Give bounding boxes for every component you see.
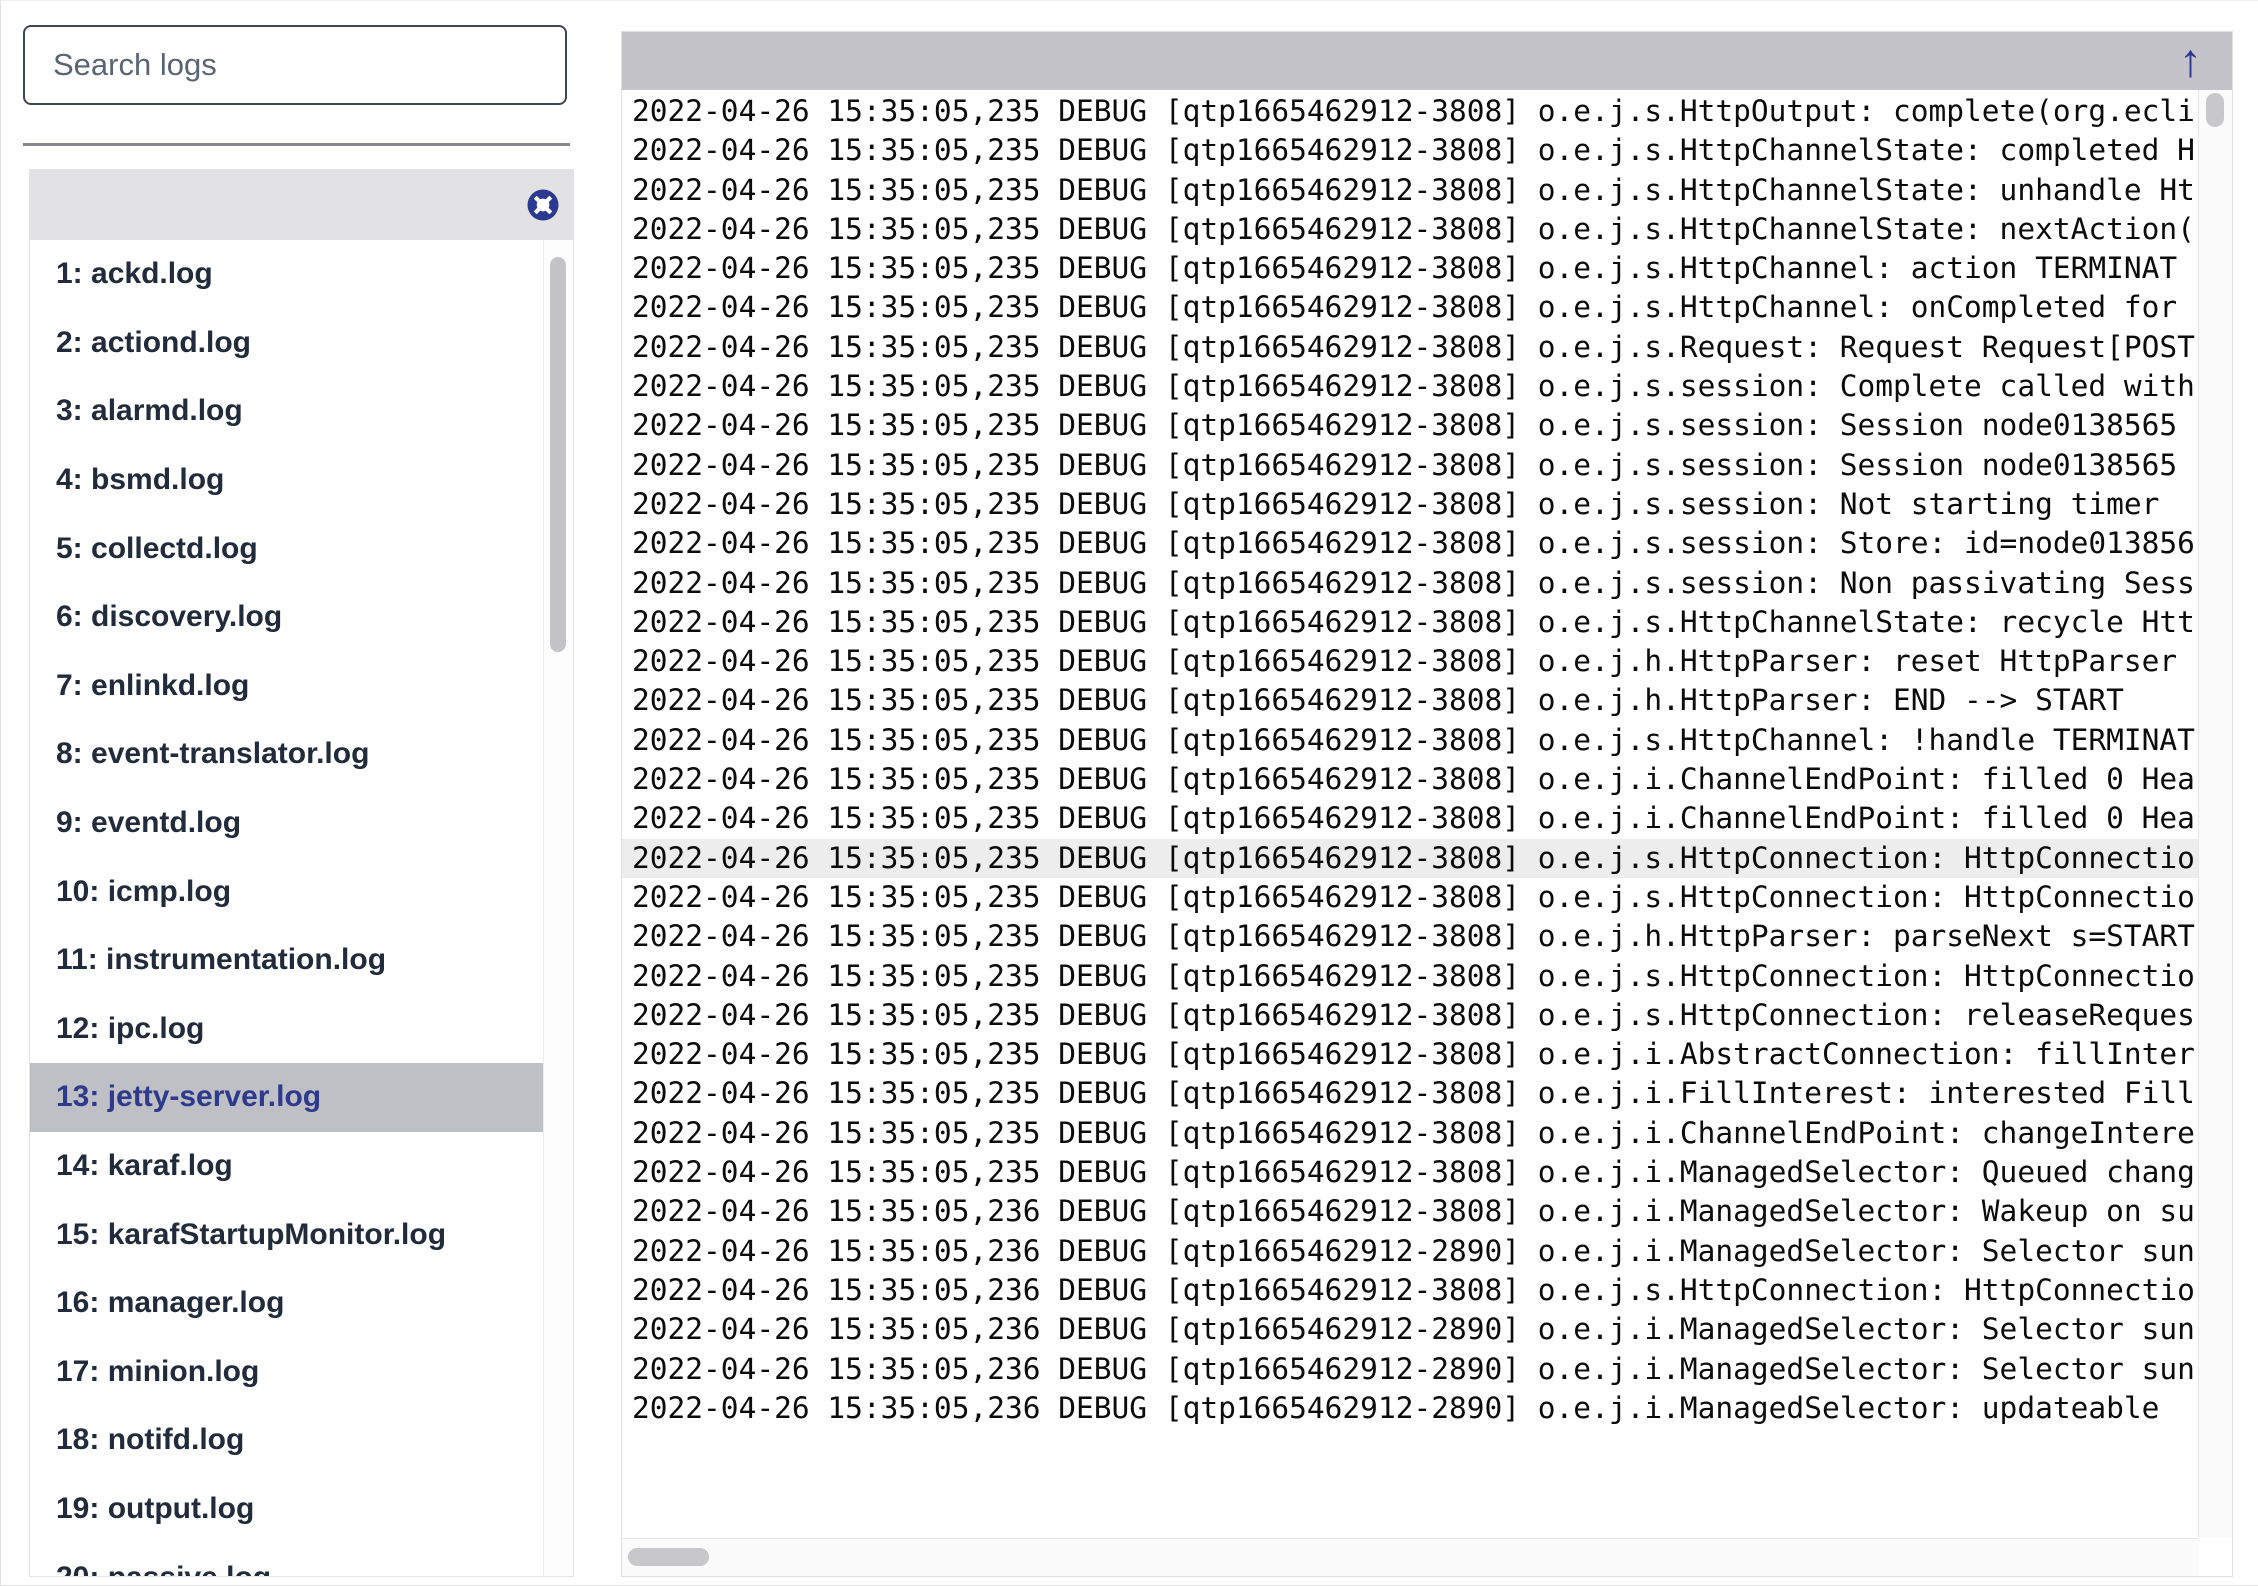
log-file-item[interactable]: 18: notifd.log — [30, 1406, 543, 1475]
log-line[interactable]: 2022-04-26 15:35:05,235 DEBUG [qtp166546… — [622, 799, 2198, 838]
scroll-to-top-icon[interactable]: ↑ — [2179, 32, 2202, 90]
log-line[interactable]: 2022-04-26 15:35:05,235 DEBUG [qtp166546… — [622, 603, 2198, 642]
log-line[interactable]: 2022-04-26 15:35:05,236 DEBUG [qtp166546… — [622, 1389, 2198, 1428]
log-line[interactable]: 2022-04-26 15:35:05,235 DEBUG [qtp166546… — [622, 681, 2198, 720]
log-line[interactable]: 2022-04-26 15:35:05,235 DEBUG [qtp166546… — [622, 406, 2198, 445]
log-line[interactable]: 2022-04-26 15:35:05,235 DEBUG [qtp166546… — [622, 839, 2198, 878]
log-line[interactable]: 2022-04-26 15:35:05,235 DEBUG [qtp166546… — [622, 92, 2198, 131]
log-file-item[interactable]: 4: bsmd.log — [30, 446, 543, 515]
log-line[interactable]: 2022-04-26 15:35:05,235 DEBUG [qtp166546… — [622, 288, 2198, 327]
log-line[interactable]: 2022-04-26 15:35:05,235 DEBUG [qtp166546… — [622, 760, 2198, 799]
log-line[interactable]: 2022-04-26 15:35:05,235 DEBUG [qtp166546… — [622, 1153, 2198, 1192]
log-line[interactable]: 2022-04-26 15:35:05,235 DEBUG [qtp166546… — [622, 171, 2198, 210]
log-line[interactable]: 2022-04-26 15:35:05,235 DEBUG [qtp166546… — [622, 1114, 2198, 1153]
log-file-item[interactable]: 5: collectd.log — [30, 514, 543, 583]
log-vertical-scrollbar-thumb[interactable] — [2206, 93, 2224, 127]
log-file-item[interactable]: 12: ipc.log — [30, 995, 543, 1064]
log-file-item[interactable]: 20: passive.log — [30, 1543, 543, 1576]
log-file-list: 1: ackd.log2: actiond.log3: alarmd.log4:… — [30, 240, 543, 1576]
log-line[interactable]: 2022-04-26 15:35:05,235 DEBUG [qtp166546… — [622, 642, 2198, 681]
log-viewer-app: 1: ackd.log2: actiond.log3: alarmd.log4:… — [0, 0, 2258, 1586]
life-ring-icon[interactable] — [525, 187, 561, 223]
log-line[interactable]: 2022-04-26 15:35:05,236 DEBUG [qtp166546… — [622, 1232, 2198, 1271]
log-file-item[interactable]: 15: karafStartupMonitor.log — [30, 1200, 543, 1269]
log-file-item[interactable]: 3: alarmd.log — [30, 377, 543, 446]
log-file-item[interactable]: 6: discovery.log — [30, 583, 543, 652]
log-line[interactable]: 2022-04-26 15:35:05,236 DEBUG [qtp166546… — [622, 1271, 2198, 1310]
log-line[interactable]: 2022-04-26 15:35:05,235 DEBUG [qtp166546… — [622, 1074, 2198, 1113]
log-viewer-header: ↑ — [622, 32, 2232, 90]
log-file-panel-header — [30, 170, 573, 240]
log-file-item[interactable]: 11: instrumentation.log — [30, 926, 543, 995]
log-horizontal-scrollbar[interactable] — [622, 1538, 2198, 1576]
search-input[interactable] — [23, 25, 567, 105]
log-file-panel: 1: ackd.log2: actiond.log3: alarmd.log4:… — [29, 169, 574, 1577]
log-file-item[interactable]: 19: output.log — [30, 1475, 543, 1544]
sidebar-divider — [23, 143, 570, 146]
log-line[interactable]: 2022-04-26 15:35:05,235 DEBUG [qtp166546… — [622, 564, 2198, 603]
log-line[interactable]: 2022-04-26 15:35:05,236 DEBUG [qtp166546… — [622, 1310, 2198, 1349]
log-line[interactable]: 2022-04-26 15:35:05,235 DEBUG [qtp166546… — [622, 1035, 2198, 1074]
log-file-item[interactable]: 1: ackd.log — [30, 240, 543, 309]
log-line[interactable]: 2022-04-26 15:35:05,236 DEBUG [qtp166546… — [622, 1192, 2198, 1231]
sidebar-scrollbar-thumb[interactable] — [550, 257, 566, 652]
log-horizontal-scrollbar-thumb[interactable] — [628, 1548, 709, 1566]
log-file-item[interactable]: 16: manager.log — [30, 1269, 543, 1338]
log-file-item[interactable]: 9: eventd.log — [30, 789, 543, 858]
log-line[interactable]: 2022-04-26 15:35:05,235 DEBUG [qtp166546… — [622, 328, 2198, 367]
log-content: 2022-04-26 15:35:05,235 DEBUG [qtp166546… — [622, 90, 2198, 1538]
sidebar-scrollbar[interactable] — [543, 240, 573, 1576]
log-file-item[interactable]: 7: enlinkd.log — [30, 652, 543, 721]
log-line[interactable]: 2022-04-26 15:35:05,235 DEBUG [qtp166546… — [622, 367, 2198, 406]
log-line[interactable]: 2022-04-26 15:35:05,235 DEBUG [qtp166546… — [622, 446, 2198, 485]
log-line[interactable]: 2022-04-26 15:35:05,235 DEBUG [qtp166546… — [622, 996, 2198, 1035]
log-viewer-panel: ↑ 2022-04-26 15:35:05,235 DEBUG [qtp1665… — [621, 31, 2233, 1577]
log-line[interactable]: 2022-04-26 15:35:05,235 DEBUG [qtp166546… — [622, 957, 2198, 996]
log-file-item[interactable]: 2: actiond.log — [30, 309, 543, 378]
log-file-item[interactable]: 14: karaf.log — [30, 1132, 543, 1201]
log-file-item[interactable]: 10: icmp.log — [30, 857, 543, 926]
log-line[interactable]: 2022-04-26 15:35:05,235 DEBUG [qtp166546… — [622, 249, 2198, 288]
log-line[interactable]: 2022-04-26 15:35:05,235 DEBUG [qtp166546… — [622, 131, 2198, 170]
log-line[interactable]: 2022-04-26 15:35:05,235 DEBUG [qtp166546… — [622, 721, 2198, 760]
log-vertical-scrollbar[interactable] — [2198, 90, 2232, 1538]
log-line[interactable]: 2022-04-26 15:35:05,235 DEBUG [qtp166546… — [622, 524, 2198, 563]
log-line[interactable]: 2022-04-26 15:35:05,235 DEBUG [qtp166546… — [622, 917, 2198, 956]
log-line[interactable]: 2022-04-26 15:35:05,235 DEBUG [qtp166546… — [622, 485, 2198, 524]
log-file-item[interactable]: 13: jetty-server.log — [30, 1063, 543, 1132]
log-line[interactable]: 2022-04-26 15:35:05,236 DEBUG [qtp166546… — [622, 1350, 2198, 1389]
log-line[interactable]: 2022-04-26 15:35:05,235 DEBUG [qtp166546… — [622, 210, 2198, 249]
log-line[interactable]: 2022-04-26 15:35:05,235 DEBUG [qtp166546… — [622, 878, 2198, 917]
log-file-item[interactable]: 8: event-translator.log — [30, 720, 543, 789]
log-file-item[interactable]: 17: minion.log — [30, 1338, 543, 1407]
